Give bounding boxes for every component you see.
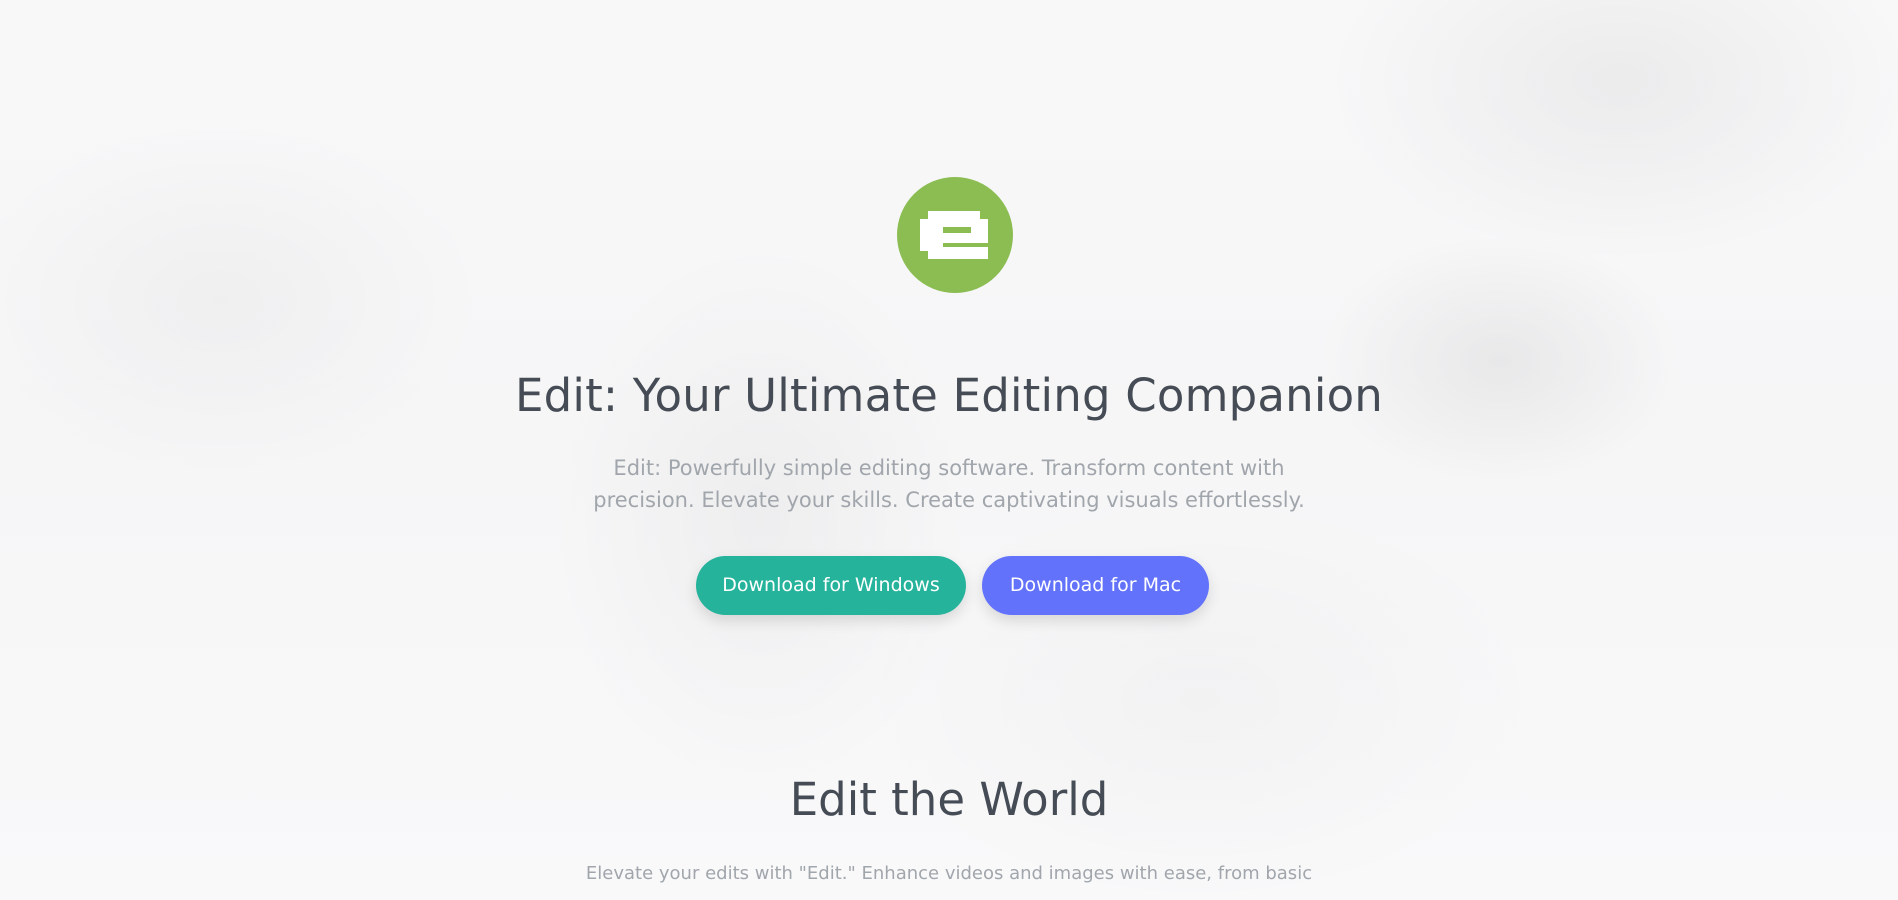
- download-mac-button[interactable]: Download for Mac: [982, 556, 1209, 615]
- edit-logo-glyph: [920, 211, 988, 259]
- landing-page: Edit: Your Ultimate Editing Companion Ed…: [0, 0, 1898, 900]
- hero-description: Edit: Powerfully simple editing software…: [593, 456, 1305, 512]
- edit-logo-icon: [897, 177, 1013, 293]
- download-windows-button[interactable]: Download for Windows: [696, 556, 966, 615]
- hero-title: Edit: Your Ultimate Editing Companion: [514, 369, 1384, 422]
- section-description: Elevate your edits with "Edit." Enhance …: [585, 863, 1313, 884]
- section-title: Edit the World: [789, 773, 1109, 826]
